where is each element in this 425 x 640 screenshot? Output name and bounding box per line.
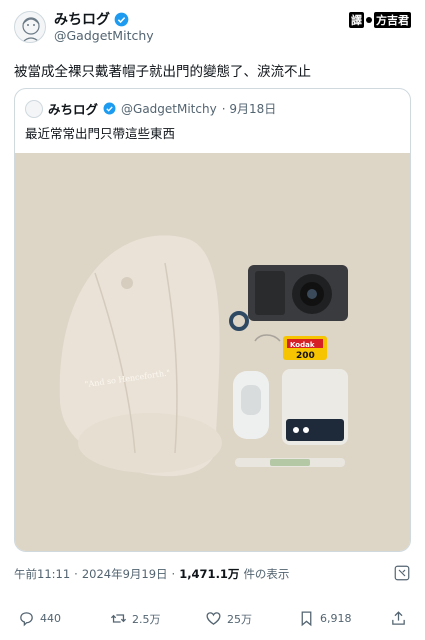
view-count: 1,471.1万 [179, 567, 240, 581]
author-handle[interactable]: @GadgetMitchy [54, 28, 154, 43]
post-time[interactable]: 午前11:11 [14, 566, 70, 582]
meta-separator-2: · [171, 567, 176, 581]
like-button[interactable]: 25万 [205, 610, 252, 627]
view-label: 件の表示 [243, 567, 290, 581]
quote-author-name: みちログ [48, 102, 99, 117]
quote-text: 最近常常出門只帶這些東西 [25, 126, 176, 141]
quote-author-handle: @GadgetMitchy [121, 101, 217, 116]
cap-image: "And so Henceforth." [59, 235, 222, 477]
share-button[interactable] [390, 610, 407, 627]
reply-button[interactable]: 440 [18, 610, 61, 627]
film-brand: Kodak [290, 341, 315, 349]
tweet-text: 被當成全裸只戴著帽子就出門的變態了、淚流不止 [14, 64, 311, 80]
quote-photo[interactable]: "And so Henceforth." Kodak 200 [15, 153, 410, 551]
foldable-phone-image [282, 369, 348, 445]
watermark-left: 譯 [349, 12, 364, 28]
author-avatar[interactable] [14, 11, 46, 43]
film-canister-image: Kodak 200 [254, 334, 327, 361]
reply-count: 440 [40, 612, 61, 625]
repost-count: 2.5万 [132, 612, 161, 626]
bookmark-button[interactable]: 6,918 [298, 610, 352, 627]
camera-image [229, 265, 348, 331]
heart-icon [206, 612, 221, 625]
grok-icon[interactable] [393, 564, 411, 582]
meta-separator: · [74, 567, 78, 581]
reply-icon [20, 612, 33, 627]
author-name[interactable]: みちログ [54, 9, 110, 29]
tweet-meta: 午前11:11 · 2024年9月19日 · 1,471.1万 件の表示 [14, 566, 289, 582]
earbuds-case-image [233, 371, 269, 439]
quote-avatar [25, 99, 43, 118]
watermark: 譯 方吉君 [349, 12, 411, 28]
action-bar: 440 2.5万 25万 6,918 [0, 606, 425, 634]
pen-image [235, 458, 345, 467]
like-count: 25万 [227, 612, 252, 626]
watermark-right: 方吉君 [374, 12, 411, 28]
watermark-dot-icon [366, 17, 372, 23]
repost-icon [110, 614, 127, 623]
bookmark-count: 6,918 [320, 612, 352, 625]
verified-badge-icon [114, 12, 129, 26]
quote-date: · 9月18日 [221, 102, 277, 116]
quote-verified-badge-icon [103, 102, 116, 115]
repost-button[interactable]: 2.5万 [110, 610, 161, 627]
bookmark-icon [301, 611, 312, 627]
share-icon [392, 611, 405, 625]
post-date[interactable]: 2024年9月19日 [82, 566, 168, 582]
tweet-header: みちログ @GadgetMitchy 譯 方吉君 [0, 0, 425, 52]
quoted-tweet[interactable]: みちログ @GadgetMitchy · 9月18日 最近常常出門只帶這些東西 … [14, 88, 411, 552]
film-speed: 200 [296, 351, 315, 361]
